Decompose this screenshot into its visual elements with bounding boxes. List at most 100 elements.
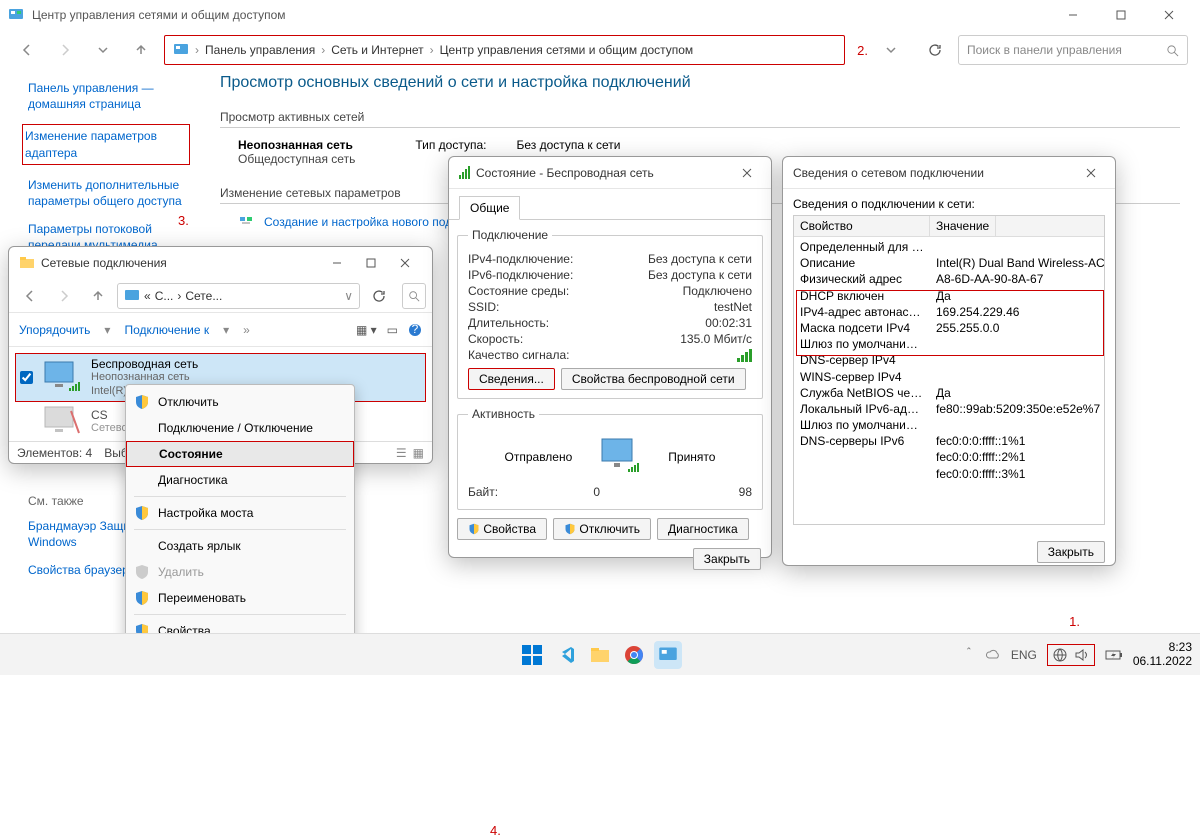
tray-network-group[interactable]	[1047, 644, 1095, 666]
shield-icon	[134, 394, 150, 410]
nc-back-button[interactable]	[15, 281, 45, 311]
col-property[interactable]: Свойство	[794, 216, 930, 236]
ctx-bridge[interactable]: Настройка моста	[126, 500, 354, 526]
cell-property	[794, 466, 930, 482]
table-row: ОписаниеIntel(R) Dual Band Wireless-AC 3…	[794, 255, 1104, 271]
nc-bc1[interactable]: С...	[155, 289, 174, 303]
props-button[interactable]: Свойства	[457, 518, 547, 540]
view-grid-icon[interactable]: ▦	[413, 446, 424, 460]
taskbar: ＾ ENG 8:23 06.11.2022	[0, 633, 1200, 675]
help-icon[interactable]: ?	[408, 323, 422, 337]
details-close[interactable]: Закрыть	[1037, 541, 1105, 563]
start-button[interactable]	[518, 641, 546, 669]
adapter-name: Беспроводная сеть	[91, 357, 198, 371]
cell-value: fe80::99ab:5209:350e:e52e%7	[930, 401, 1104, 417]
tb-explorer[interactable]	[586, 641, 614, 669]
cell-property: Определенный для по...	[794, 239, 930, 255]
tb-control-panel[interactable]	[654, 641, 682, 669]
close-button[interactable]	[1146, 0, 1192, 30]
activity-icon	[596, 437, 644, 477]
cell-value	[930, 417, 1104, 433]
cell-property: Описание	[794, 255, 930, 271]
back-button[interactable]	[12, 35, 42, 65]
tray-chevron-icon[interactable]: ＾	[963, 646, 975, 663]
table-row: Локальный IPv6-адрес ...fe80::99ab:5209:…	[794, 401, 1104, 417]
view-icon[interactable]: ▦ ▾	[356, 323, 377, 337]
ctx-disable[interactable]: Отключить	[126, 389, 354, 415]
view-list-icon[interactable]: ☰	[396, 446, 407, 460]
cell-value: Да	[930, 385, 1104, 401]
table-row: IPv4-адрес автонастро...169.254.229.46	[794, 304, 1104, 320]
cell-property: DNS-серверы IPv6	[794, 433, 930, 449]
context-menu: Отключить Подключение / Отключение Состо…	[125, 384, 355, 649]
nc-breadcrumb[interactable]: « С...› Сете... ∨	[117, 283, 360, 309]
tb-vscode[interactable]	[552, 641, 580, 669]
disable-button[interactable]: Отключить	[553, 518, 651, 540]
search-input[interactable]: Поиск в панели управления	[958, 35, 1188, 65]
refresh-button[interactable]	[920, 35, 950, 65]
diag-button[interactable]: Диагностика	[657, 518, 749, 540]
link-sharing-settings[interactable]: Изменить дополнительные параметры общего…	[28, 177, 184, 209]
adapter-checkbox[interactable]	[20, 371, 33, 384]
tab-general[interactable]: Общие	[459, 196, 520, 220]
breadcrumb-item[interactable]: Панель управления	[205, 43, 315, 57]
tray-language[interactable]: ENG	[1011, 648, 1037, 662]
ctx-status[interactable]: Состояние	[126, 441, 354, 467]
tray-onedrive-icon[interactable]	[985, 647, 1001, 663]
up-button[interactable]	[126, 35, 156, 65]
nc-close-button[interactable]	[388, 248, 422, 278]
ctx-shortcut[interactable]: Создать ярлык	[126, 533, 354, 559]
minimize-button[interactable]	[1050, 0, 1096, 30]
nc-bc2[interactable]: Сете...	[185, 289, 222, 303]
nc-up-button[interactable]	[83, 281, 113, 311]
cell-property: Физический адрес	[794, 271, 930, 287]
cell-property: Маска подсети IPv4	[794, 320, 930, 336]
details-close-button[interactable]	[1077, 158, 1105, 188]
nc-search-button[interactable]	[402, 283, 426, 309]
cell-value: fec0:0:0:ffff::3%1	[930, 466, 1104, 482]
col-value[interactable]: Значение	[930, 216, 996, 236]
search-icon	[1166, 44, 1179, 57]
wifi-props-button[interactable]: Свойства беспроводной сети	[561, 368, 746, 390]
link-adapter-settings[interactable]: Изменение параметров адаптера	[22, 124, 190, 164]
ctx-diagnostics[interactable]: Диагностика	[126, 467, 354, 493]
shield-icon	[134, 564, 150, 580]
nc-maximize-button[interactable]	[354, 248, 388, 278]
maximize-button[interactable]	[1098, 0, 1144, 30]
nc-forward-button[interactable]	[49, 281, 79, 311]
forward-button[interactable]	[50, 35, 80, 65]
svg-text:?: ?	[412, 323, 419, 336]
cell-value: Intel(R) Dual Band Wireless-AC 3165	[930, 255, 1104, 271]
monitor-icon	[41, 360, 83, 394]
details-button[interactable]: Сведения...	[468, 368, 555, 390]
recent-button[interactable]	[88, 35, 118, 65]
ctx-toggle[interactable]: Подключение / Отключение	[126, 415, 354, 441]
breadcrumb-item[interactable]: Центр управления сетями и общим доступом	[440, 43, 694, 57]
status-close[interactable]: Закрыть	[693, 548, 761, 570]
tray-clock[interactable]: 8:23 06.11.2022	[1133, 641, 1192, 667]
breadcrumb[interactable]: › Панель управления › Сеть и Интернет › …	[164, 35, 845, 65]
breadcrumb-item[interactable]: Сеть и Интернет	[331, 43, 423, 57]
table-row: Шлюз по умолчанию IPv4	[794, 336, 1104, 352]
link-control-panel-home[interactable]: Панель управления — домашняя страница	[28, 80, 184, 112]
preview-icon[interactable]: ▭	[387, 323, 398, 337]
nc-connect-button[interactable]: Подключение к	[124, 323, 209, 337]
table-row: DNS-серверы IPv6fec0:0:0:ffff::1%1	[794, 433, 1104, 449]
nc-refresh-button[interactable]	[364, 281, 394, 311]
table-row: Маска подсети IPv4255.255.0.0	[794, 320, 1104, 336]
status-title: Состояние - Беспроводная сеть	[476, 166, 733, 180]
ctx-rename[interactable]: Переименовать	[126, 585, 354, 611]
breadcrumb-dropdown-button[interactable]	[876, 35, 906, 65]
status-close-button[interactable]	[733, 158, 761, 188]
search-placeholder: Поиск в панели управления	[967, 43, 1166, 57]
battery-icon[interactable]	[1105, 648, 1123, 662]
shield-icon	[564, 523, 576, 535]
shield-icon	[134, 505, 150, 521]
tb-chrome[interactable]	[620, 641, 648, 669]
table-row: DHCP включенДа	[794, 288, 1104, 304]
cell-property: DNS-сервер IPv4	[794, 352, 930, 368]
nc-minimize-button[interactable]	[320, 248, 354, 278]
cell-property	[794, 449, 930, 465]
nc-sort-button[interactable]: Упорядочить	[19, 323, 90, 337]
setup-icon	[238, 214, 254, 230]
